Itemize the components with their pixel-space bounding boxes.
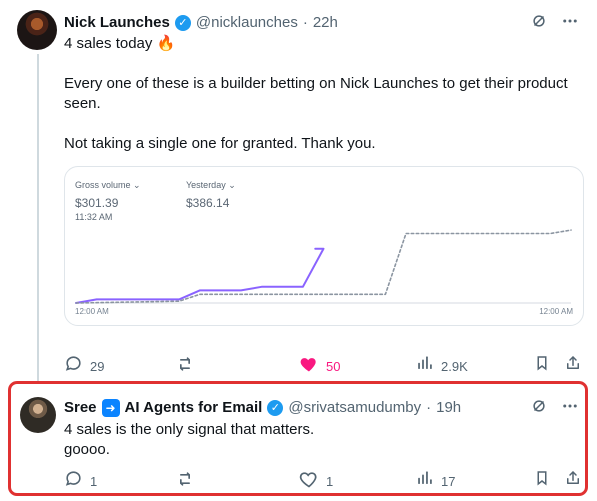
reply-post-header: Sree ➜ AI Agents for Email ✓ @srivatsamu… [64, 397, 579, 419]
reply-post-actions: 1 1 17 [64, 469, 584, 489]
thread-line [37, 54, 39, 381]
bookmark-action[interactable] [533, 469, 551, 493]
yesterday-label: Yesterday ⌄ [186, 180, 236, 190]
bookmark-icon [533, 354, 551, 378]
share-action[interactable] [564, 469, 582, 493]
reply-post-time[interactable]: 19h [436, 397, 461, 419]
sales-line-chart [75, 229, 572, 304]
reply-author-name-part1[interactable]: Sree [64, 397, 97, 419]
verified-badge-icon: ✓ [267, 400, 284, 416]
gross-volume-value: $301.39 [75, 196, 119, 210]
gross-volume-label: Gross volume ⌄ [75, 180, 141, 190]
reply-icon [64, 354, 83, 379]
grok-icon[interactable] [530, 397, 548, 415]
bookmark-action[interactable] [533, 354, 551, 378]
separator-dot: · [302, 14, 308, 31]
author-name[interactable]: Nick Launches [64, 12, 170, 34]
like-action[interactable]: 50 [299, 354, 340, 380]
reply-text: 4 sales is the only signal that matters.… [64, 421, 315, 458]
reply-header-actions [530, 397, 579, 415]
repost-action[interactable] [175, 354, 202, 380]
repost-icon [175, 354, 195, 380]
gross-volume-time: 11:32 AM [75, 212, 113, 222]
sales-chart-card: Gross volume ⌄ Yesterday ⌄ $301.39 $386.… [64, 166, 584, 326]
x-tick-label: 12:00 AM [539, 307, 573, 316]
repost-action[interactable] [175, 469, 202, 495]
views-icon [415, 354, 434, 379]
bookmark-icon [533, 469, 551, 493]
post-header-actions [530, 12, 579, 30]
verified-badge-icon: ✓ [174, 15, 191, 31]
main-post-actions: 29 50 2.9K [64, 354, 584, 374]
reply-icon [64, 469, 83, 494]
like-count: 50 [326, 359, 341, 374]
views-action[interactable]: 17 [415, 469, 455, 494]
separator-dot: · [426, 399, 432, 416]
repost-icon [175, 469, 195, 495]
share-icon [564, 354, 582, 378]
share-action[interactable] [564, 354, 582, 378]
reply-count: 1 [90, 473, 98, 489]
like-icon [299, 354, 319, 380]
yesterday-value: $386.14 [186, 196, 230, 210]
reply-action[interactable]: 29 [64, 354, 104, 379]
main-post-header: Nick Launches ✓ @nicklaunches · 22h [64, 12, 579, 34]
avatar[interactable] [17, 10, 57, 50]
tweet-text: 4 sales today 🔥 Every one of these is a … [64, 35, 568, 152]
arrow-right-badge-icon: ➜ [101, 399, 120, 417]
like-icon [299, 469, 319, 495]
views-count: 17 [441, 473, 456, 489]
more-icon[interactable] [561, 397, 579, 415]
reply-action[interactable]: 1 [64, 469, 97, 494]
views-count: 2.9K [441, 358, 468, 374]
post-time[interactable]: 22h [313, 12, 338, 34]
reply-author-handle[interactable]: @srivatsamudumby [288, 397, 421, 419]
share-icon [564, 469, 582, 493]
reply-avatar[interactable] [20, 397, 56, 433]
reply-author-name-part2[interactable]: AI Agents for Email [125, 397, 263, 419]
x-tick-label: 12:00 AM [75, 307, 109, 316]
yesterday-series-line [75, 229, 572, 304]
like-count: 1 [326, 474, 334, 489]
views-action[interactable]: 2.9K [415, 354, 468, 379]
grok-icon[interactable] [530, 12, 548, 30]
reply-count: 29 [90, 358, 105, 374]
author-handle[interactable]: @nicklaunches [196, 12, 298, 34]
like-action[interactable]: 1 [299, 469, 333, 495]
views-icon [415, 469, 434, 494]
more-icon[interactable] [561, 12, 579, 30]
